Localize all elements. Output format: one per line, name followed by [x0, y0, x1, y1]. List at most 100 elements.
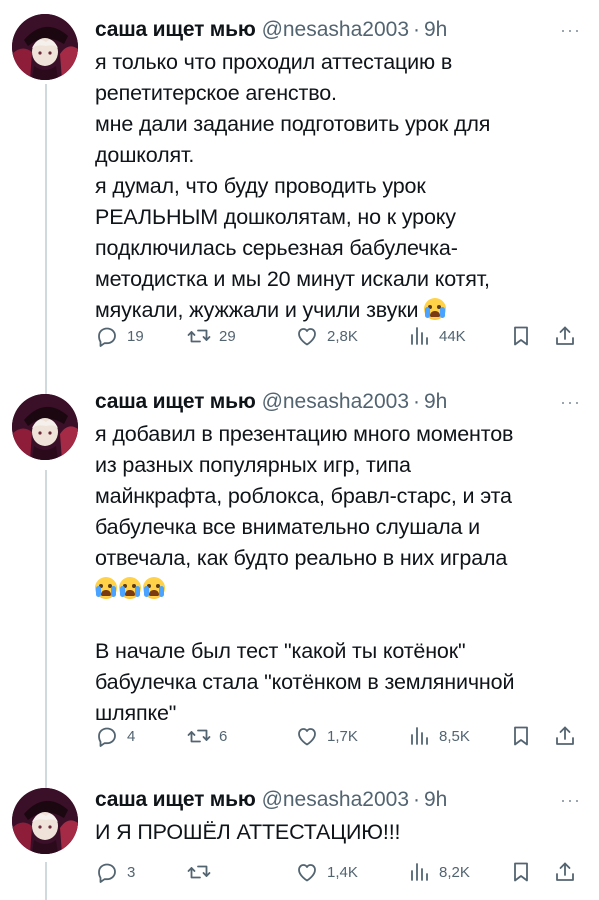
- avatar[interactable]: [12, 788, 78, 854]
- views-button[interactable]: 8,2K: [407, 858, 470, 886]
- reply-count: 4: [127, 727, 136, 745]
- views-count: 44K: [439, 327, 466, 345]
- tweet-line-text: мяукали, жужжали и учили звуки: [95, 298, 419, 322]
- tweet[interactable]: саша ищет мью @nesasha2003 · 9h ··· И Я …: [0, 774, 599, 900]
- tweet-actions: 3 1,4K 8,2K: [95, 858, 585, 886]
- views-icon: [411, 327, 428, 345]
- views-button[interactable]: 44K: [407, 322, 466, 350]
- user-handle[interactable]: @nesasha2003: [262, 788, 409, 812]
- tweet-line: дошколят.: [95, 143, 195, 167]
- timestamp[interactable]: 9h: [424, 18, 447, 42]
- tweet-actions: 19 29 2,8K 44K: [95, 322, 585, 350]
- share-icon: [556, 726, 574, 745]
- tweet-line: из разных популярных игр, типа: [95, 453, 411, 477]
- user-handle[interactable]: @nesasha2003: [262, 390, 409, 414]
- tweet-actions: 4 6 1,7K 8,5K: [95, 722, 585, 750]
- more-options-icon[interactable]: ···: [560, 20, 581, 41]
- separator-dot: ·: [413, 788, 420, 811]
- display-name[interactable]: саша ищет мью: [95, 390, 256, 414]
- reply-icon: [98, 863, 116, 883]
- loudly-crying-face-icon: [424, 298, 447, 320]
- display-name[interactable]: саша ищет мью: [95, 18, 256, 42]
- tweet-line: И Я ПРОШЁЛ АТТЕСТАЦИЮ!!!: [95, 820, 401, 844]
- bookmark-icon: [514, 726, 528, 746]
- views-button[interactable]: 8,5K: [407, 722, 470, 750]
- reply-icon: [98, 727, 116, 747]
- tweet-header: саша ищет мью @nesasha2003 · 9h: [95, 18, 447, 44]
- tweet[interactable]: саша ищет мью @nesasha2003 · 9h ··· я до…: [0, 380, 599, 770]
- repost-button[interactable]: [187, 858, 211, 886]
- separator-dot: ·: [413, 18, 420, 41]
- reply-count: 19: [127, 327, 144, 345]
- repost-icon: [187, 729, 211, 743]
- repost-icon: [187, 329, 211, 343]
- tweet-text: я только что проходил аттестацию в репет…: [95, 47, 575, 326]
- tweet-line: подключилась серьезная бабулечка-: [95, 236, 458, 260]
- tweet-line: я добавил в презентацию много моментов: [95, 422, 514, 446]
- share-icon: [556, 862, 574, 881]
- tweet-line: методистка и мы 20 минут искали котят,: [95, 267, 490, 291]
- avatar[interactable]: [12, 14, 78, 80]
- tweet-line: мне дали задание подготовить урок для: [95, 112, 491, 136]
- tweet-line: репетитерское агенство.: [95, 81, 337, 105]
- loudly-crying-face-icon: [143, 577, 165, 599]
- bookmark-icon: [514, 326, 528, 346]
- tweet-line: майнкрафта, роблокса, бравл-старс, и эта: [95, 484, 512, 508]
- views-count: 8,2K: [439, 863, 470, 881]
- like-count: 1,4K: [327, 863, 358, 881]
- tweet-line: бабулечка все внимательно слушала и: [95, 515, 481, 539]
- tweet-line: я думал, что буду проводить урок: [95, 174, 426, 198]
- like-button[interactable]: 1,4K: [295, 858, 358, 886]
- loudly-crying-face-icon: [95, 577, 117, 599]
- like-count: 1,7K: [327, 727, 358, 745]
- timestamp[interactable]: 9h: [424, 390, 447, 414]
- tweet[interactable]: саша ищет мью @nesasha2003 · 9h ··· я то…: [0, 0, 599, 380]
- tweet-text: И Я ПРОШЁЛ АТТЕСТАЦИЮ!!!: [95, 817, 575, 848]
- views-icon: [411, 727, 428, 745]
- bookmark-button[interactable]: [509, 858, 533, 886]
- share-icon: [556, 326, 574, 345]
- emoji-row: [95, 574, 575, 605]
- repost-count: 6: [219, 727, 228, 745]
- avatar[interactable]: [12, 394, 78, 460]
- repost-button[interactable]: 29: [187, 322, 236, 350]
- user-handle[interactable]: @nesasha2003: [262, 18, 409, 42]
- reply-button[interactable]: 19: [95, 322, 144, 350]
- share-button[interactable]: [553, 322, 577, 350]
- tweet-line: РЕАЛЬНЫМ дошколятам, но к уроку: [95, 205, 456, 229]
- repost-button[interactable]: 6: [187, 722, 227, 750]
- repost-count: 29: [219, 327, 236, 345]
- views-icon: [411, 863, 428, 881]
- display-name[interactable]: саша ищет мью: [95, 788, 256, 812]
- share-button[interactable]: [553, 722, 577, 750]
- reply-icon: [98, 327, 116, 347]
- bookmark-button[interactable]: [509, 322, 533, 350]
- like-button[interactable]: 1,7K: [295, 722, 358, 750]
- loudly-crying-face-icon: [119, 577, 141, 599]
- more-options-icon[interactable]: ···: [560, 790, 581, 811]
- reply-button[interactable]: 4: [95, 722, 135, 750]
- views-count: 8,5K: [439, 727, 470, 745]
- timestamp[interactable]: 9h: [424, 788, 447, 812]
- separator-dot: ·: [413, 390, 420, 413]
- tweet-text: я добавил в презентацию много моментов и…: [95, 419, 575, 729]
- more-options-icon[interactable]: ···: [560, 392, 581, 413]
- like-icon: [298, 728, 316, 746]
- reply-button[interactable]: 3: [95, 858, 135, 886]
- tweet-header: саша ищет мью @nesasha2003 · 9h: [95, 390, 447, 416]
- tweet-line: отвечала, как будто реально в них играла: [95, 546, 508, 570]
- tweet-line: В начале был тест "какой ты котёнок": [95, 639, 466, 663]
- repost-icon: [187, 865, 211, 879]
- bookmark-button[interactable]: [509, 722, 533, 750]
- reply-count: 3: [127, 863, 136, 881]
- tweet-line: бабулечка стала "котёнком в земляничной: [95, 670, 515, 694]
- like-count: 2,8K: [327, 327, 358, 345]
- tweet-header: саша ищет мью @nesasha2003 · 9h: [95, 788, 447, 814]
- tweet-line: я только что проходил аттестацию в: [95, 50, 453, 74]
- like-icon: [298, 328, 316, 346]
- bookmark-icon: [514, 862, 528, 882]
- like-icon: [298, 864, 316, 882]
- share-button[interactable]: [553, 858, 577, 886]
- like-button[interactable]: 2,8K: [295, 322, 358, 350]
